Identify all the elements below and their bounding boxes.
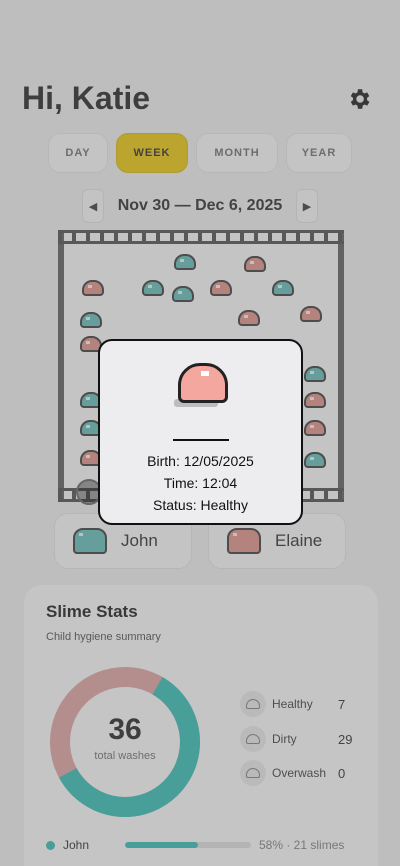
slime-time: Time: 12:04	[163, 475, 238, 491]
slime-detail-popup: Birth: 12/05/2025 Time: 12:04 Status: He…	[98, 339, 303, 525]
popup-divider	[173, 439, 229, 441]
slime-status: Status: Healthy	[153, 497, 248, 513]
slime-birth: Birth: 12/05/2025	[147, 453, 254, 469]
slime-large-icon	[178, 363, 228, 403]
